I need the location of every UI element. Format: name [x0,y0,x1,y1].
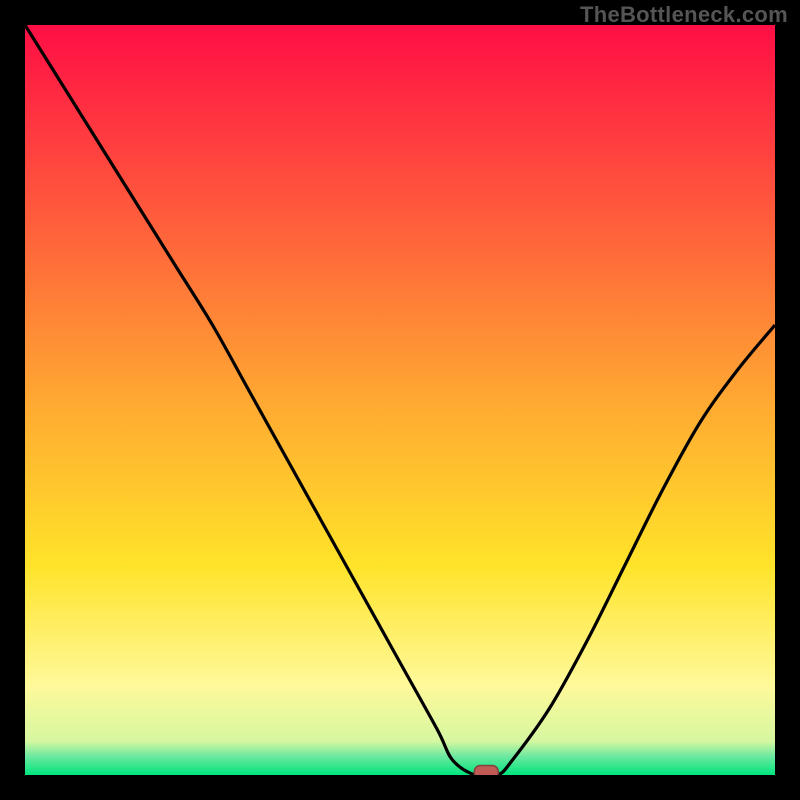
bottleneck-chart [25,25,775,775]
minimum-marker [474,766,498,776]
viewport: TheBottleneck.com [0,0,800,800]
plot-frame [25,25,775,775]
watermark-text: TheBottleneck.com [580,2,788,28]
